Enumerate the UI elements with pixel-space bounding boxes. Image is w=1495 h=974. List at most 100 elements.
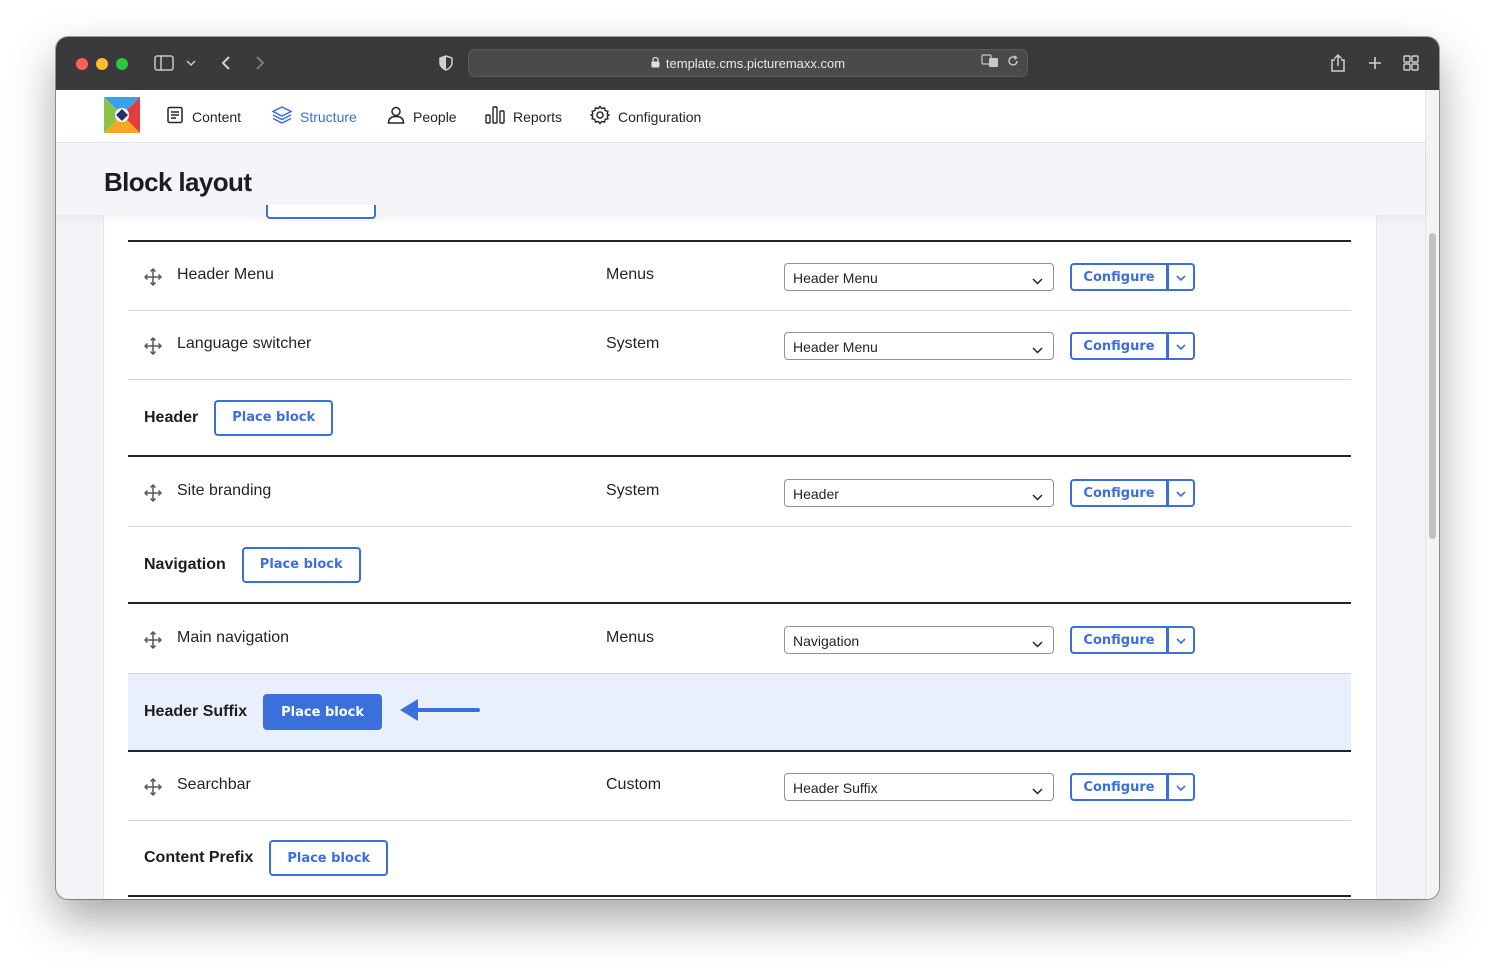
chevron-down-icon [1176,631,1186,649]
chevron-down-icon [1032,782,1043,798]
url-text: template.cms.picturemaxx.com [665,55,846,71]
lock-icon [651,56,660,71]
chevron-down-icon [1032,272,1043,288]
block-category: System [606,335,660,352]
operations-dropdown-button[interactable] [1168,479,1195,507]
drag-handle-icon[interactable] [143,777,163,797]
block-category: Menus [606,266,655,283]
nav-configuration[interactable]: Configuration [589,90,702,143]
operations-dropdown-button[interactable] [1168,626,1195,654]
block-name: Main navigation [177,629,290,646]
bar-chart-icon [485,106,505,127]
back-icon[interactable] [216,51,236,75]
privacy-shield-icon[interactable] [436,51,456,75]
drag-handle-icon[interactable] [143,267,163,287]
layers-icon [271,106,293,127]
configure-button-group: Configure [1070,332,1195,360]
browser-toolbar: template.cms.picturemaxx.com [56,37,1439,90]
configure-button[interactable]: Configure [1070,626,1168,654]
gear-icon [589,105,611,128]
configure-button-group: Configure [1070,479,1195,507]
drag-handle-icon[interactable] [143,630,163,650]
nav-people[interactable]: People [387,90,457,143]
chevron-down-icon [1176,268,1186,286]
zoom-window-button[interactable] [116,58,128,70]
page-header: Block layout [56,143,1425,219]
block-name: Header Menu [177,266,274,283]
nav-reports-label: Reports [513,108,563,125]
chevron-down-icon [1176,778,1186,796]
region-header-suffix: Header Suffix Place block [128,674,1351,752]
chevron-down-icon [1032,635,1043,651]
share-icon[interactable] [1328,51,1348,75]
configure-button-group: Configure [1070,773,1195,801]
nav-structure-label: Structure [300,108,357,125]
place-block-button[interactable]: Place block [263,694,382,730]
drag-handle-icon[interactable] [143,336,163,356]
table-row: Searchbar Custom Header Suffix Configure [128,752,1351,821]
table-row: Language switcher System Header Menu Con… [128,311,1351,380]
block-name: Language switcher [177,335,312,352]
block-category: Custom [606,776,662,793]
admin-toolbar: Content Structure People Reports Configu… [56,90,1425,143]
region-select[interactable]: Header Menu [784,263,1054,291]
nav-structure[interactable]: Structure [271,90,357,143]
chevron-down-icon[interactable] [184,51,198,75]
place-block-button[interactable]: Place block [241,546,361,583]
chevron-down-icon [1032,488,1043,504]
place-block-button[interactable]: Place block [269,840,389,876]
operations-dropdown-button[interactable] [1168,332,1195,360]
site-logo[interactable] [104,97,140,133]
arrow-left-icon [398,697,480,728]
block-name: Site branding [177,482,272,499]
person-icon [387,106,405,127]
translate-icon[interactable] [981,54,999,71]
nav-people-label: People [413,108,457,125]
page-scrollbar[interactable] [1425,90,1439,899]
chevron-down-icon [1176,484,1186,502]
region-name: Header Suffix [144,703,248,720]
configure-button[interactable]: Configure [1070,332,1168,360]
operations-dropdown-button[interactable] [1168,263,1195,291]
forward-icon[interactable] [250,51,270,75]
configure-button-group: Configure [1070,263,1195,291]
configure-button[interactable]: Configure [1070,263,1168,291]
browser-window: template.cms.picturemaxx.com Content Str… [56,37,1439,899]
tab-overview-icon[interactable] [1401,51,1421,75]
region-name: Navigation [144,555,226,573]
place-block-button-partial[interactable] [266,205,376,219]
region-select[interactable]: Header Menu [784,332,1054,360]
configure-button[interactable]: Configure [1070,773,1168,801]
region-select[interactable]: Header Suffix [784,773,1054,801]
chevron-down-icon [1032,341,1043,357]
block-name: Searchbar [177,776,251,793]
drag-handle-icon[interactable] [143,483,163,503]
close-window-button[interactable] [76,58,88,70]
place-block-button[interactable]: Place block [214,399,334,436]
scrollbar-thumb[interactable] [1429,233,1436,539]
region-select-value: Header [793,486,839,502]
region-select-value: Header Menu [793,339,878,355]
nav-configuration-label: Configuration [618,108,702,125]
reload-icon[interactable] [1007,55,1019,70]
region-select[interactable]: Header [784,479,1054,507]
minimize-window-button[interactable] [96,58,108,70]
table-row: Main navigation Menus Navigation Configu… [128,605,1351,674]
page-title: Block layout [104,167,252,197]
block-category: Menus [606,629,655,646]
configure-button[interactable]: Configure [1070,479,1168,507]
region-select[interactable]: Navigation [784,626,1054,654]
region-header: Header Place block [128,380,1351,457]
table-row: Header Menu Menus Header Menu Configure [128,242,1351,311]
region-navigation: Navigation Place block [128,527,1351,604]
region-content-prefix: Content Prefix Place block [128,821,1351,897]
configure-button-group: Configure [1070,626,1195,654]
sidebar-toggle-icon[interactable] [152,51,176,75]
operations-dropdown-button[interactable] [1168,773,1195,801]
new-tab-icon[interactable] [1365,51,1385,75]
block-category: System [606,482,660,499]
nav-reports[interactable]: Reports [485,90,562,143]
address-bar[interactable]: template.cms.picturemaxx.com [468,49,1028,77]
block-layout-table: Header Menu Menus Header Menu Configure … [104,209,1376,899]
nav-content[interactable]: Content [166,90,241,143]
